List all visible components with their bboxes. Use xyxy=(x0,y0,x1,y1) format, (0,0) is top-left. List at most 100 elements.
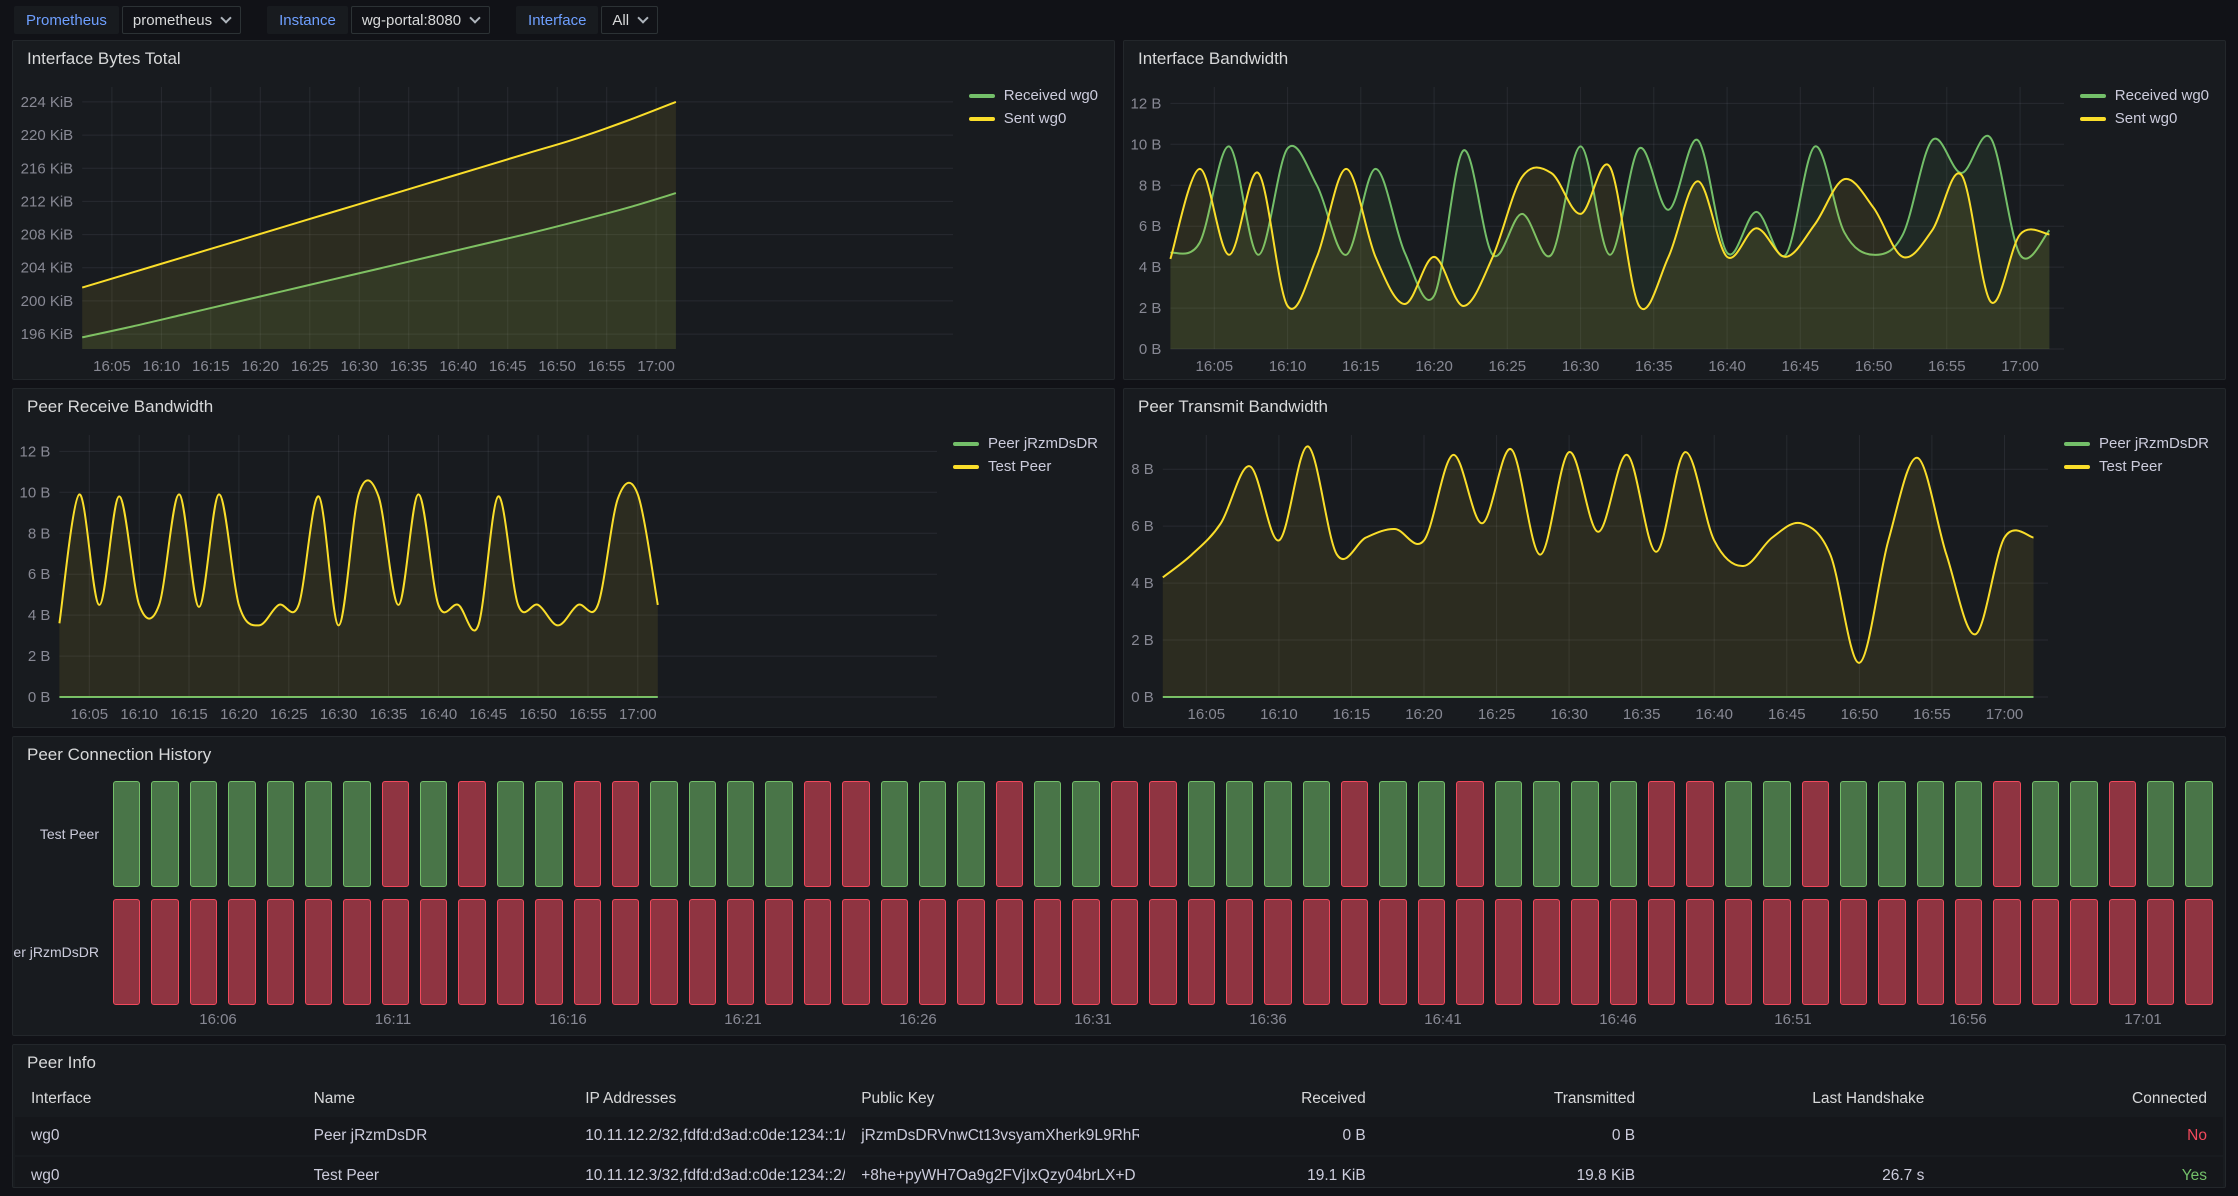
state-bar-disconnected xyxy=(1955,899,1982,1005)
x-tick-label: 17:00 xyxy=(637,358,675,375)
legend-label: Peer jRzmDsDR xyxy=(988,435,1098,452)
state-bar-connected xyxy=(1571,781,1598,887)
column-header-last-handshake[interactable]: Last Handshake xyxy=(1651,1081,1940,1117)
series-color-swatch xyxy=(953,465,979,469)
panel-header-peer-info[interactable]: Peer Info xyxy=(13,1045,2225,1081)
state-bar-disconnected xyxy=(765,899,792,1005)
panel-header-interface-bytes-total[interactable]: Interface Bytes Total xyxy=(13,41,1114,77)
legend-item[interactable]: Received wg0 xyxy=(2080,87,2209,104)
state-bar-connected xyxy=(1495,781,1522,887)
state-bar-disconnected xyxy=(689,899,716,1005)
state-bar-connected xyxy=(1418,781,1445,887)
state-bar-disconnected xyxy=(113,899,140,1005)
x-tick-label: 16:45 xyxy=(1768,706,1806,723)
panel-header-peer-transmit-bandwidth[interactable]: Peer Transmit Bandwidth xyxy=(1124,389,2225,425)
state-bar-connected xyxy=(689,781,716,887)
state-bar-disconnected xyxy=(842,899,869,1005)
cell-received: 0 B xyxy=(1139,1117,1382,1156)
variable-interface-dropdown[interactable]: All xyxy=(601,6,658,34)
state-bar-disconnected xyxy=(1993,899,2020,1005)
state-bar-connected xyxy=(1610,781,1637,887)
x-tick-label: 16:15 xyxy=(1333,706,1371,723)
column-header-interface[interactable]: Interface xyxy=(15,1081,298,1117)
cell-ip-addresses: 10.11.12.3/32,fdfd:d3ad:c0de:1234::2/128 xyxy=(569,1156,845,1187)
state-bar-connected xyxy=(2185,781,2212,887)
peer-connection-timeline[interactable]: Test PeerPeer jRzmDsDR 16:0616:1116:1616… xyxy=(13,773,2225,1035)
y-tick-label: 4 B xyxy=(28,607,51,624)
state-bar-disconnected xyxy=(1303,899,1330,1005)
panel-header-peer-receive-bandwidth[interactable]: Peer Receive Bandwidth xyxy=(13,389,1114,425)
variable-prometheus-dropdown[interactable]: prometheus xyxy=(122,6,241,34)
cell-public-key: jRzmDsDRVnwCt13vsyamXherk9L9RhR xyxy=(845,1117,1139,1156)
interface-bandwidth-chart[interactable]: 0 B2 B4 B6 B8 B10 B12 B16:0516:1016:1516… xyxy=(1124,77,2070,379)
panel-header-interface-bandwidth[interactable]: Interface Bandwidth xyxy=(1124,41,2225,77)
state-bar-connected xyxy=(1226,781,1253,887)
legend-item[interactable]: Test Peer xyxy=(953,458,1051,475)
timeline-row-label: Peer jRzmDsDR xyxy=(13,899,113,1005)
column-header-ip-addresses[interactable]: IP Addresses xyxy=(569,1081,845,1117)
state-bar-disconnected xyxy=(382,781,409,887)
x-tick-label: 16:25 xyxy=(1489,358,1527,375)
timeline-bars[interactable] xyxy=(113,781,2213,887)
variable-instance-dropdown[interactable]: wg-portal:8080 xyxy=(351,6,490,34)
column-header-connected[interactable]: Connected xyxy=(1940,1081,2223,1117)
column-header-name[interactable]: Name xyxy=(298,1081,570,1117)
state-bar-disconnected xyxy=(1763,899,1790,1005)
cell-interface: wg0 xyxy=(15,1156,298,1187)
panel-header-peer-connection-history[interactable]: Peer Connection History xyxy=(13,737,2225,773)
state-bar-connected xyxy=(267,781,294,887)
x-tick-label: 16:50 xyxy=(1841,706,1879,723)
state-bar-disconnected xyxy=(1725,899,1752,1005)
table-row[interactable]: wg0Peer jRzmDsDR10.11.12.2/32,fdfd:d3ad:… xyxy=(15,1117,2223,1156)
state-bar-disconnected xyxy=(305,899,332,1005)
legend-item[interactable]: Received wg0 xyxy=(969,87,1098,104)
cell-transmitted: 19.8 KiB xyxy=(1382,1156,1651,1187)
timeline-ticks: 16:0616:1116:1616:2116:2616:3116:3616:41… xyxy=(113,1005,2213,1031)
legend-item[interactable]: Peer jRzmDsDR xyxy=(2064,435,2209,452)
x-tick-label: 16:20 xyxy=(1415,358,1453,375)
state-bar-disconnected xyxy=(1686,899,1713,1005)
state-bar-disconnected xyxy=(650,899,677,1005)
legend-item[interactable]: Sent wg0 xyxy=(2080,110,2178,127)
peer-receive-bandwidth-chart[interactable]: 0 B2 B4 B6 B8 B10 B12 B16:0516:1016:1516… xyxy=(13,425,943,727)
x-tick-label: 16:30 xyxy=(1562,358,1600,375)
legend-item[interactable]: Test Peer xyxy=(2064,458,2162,475)
peer-transmit-bandwidth-chart[interactable]: 0 B2 B4 B6 B8 B16:0516:1016:1516:2016:25… xyxy=(1124,425,2054,727)
column-header-transmitted[interactable]: Transmitted xyxy=(1382,1081,1651,1117)
state-bar-connected xyxy=(919,781,946,887)
table-row[interactable]: wg0Test Peer10.11.12.3/32,fdfd:d3ad:c0de… xyxy=(15,1156,2223,1187)
state-bar-disconnected xyxy=(881,899,908,1005)
y-tick-label: 216 KiB xyxy=(21,160,74,177)
y-tick-label: 208 KiB xyxy=(21,227,74,244)
y-tick-label: 2 B xyxy=(1139,300,1162,317)
timeline-bars[interactable] xyxy=(113,899,2213,1005)
state-bar-disconnected xyxy=(1226,899,1253,1005)
column-header-received[interactable]: Received xyxy=(1139,1081,1382,1117)
line-chart-svg: 0 B2 B4 B6 B8 B10 B12 B16:0516:1016:1516… xyxy=(13,425,943,727)
x-tick-label: 16:30 xyxy=(1550,706,1588,723)
line-chart-svg: 196 KiB200 KiB204 KiB208 KiB212 KiB216 K… xyxy=(13,77,959,379)
state-bar-disconnected xyxy=(2147,899,2174,1005)
timeline-tick-label: 16:11 xyxy=(375,1011,411,1028)
timeline-rows: Test PeerPeer jRzmDsDR xyxy=(13,781,2213,1005)
column-header-public-key[interactable]: Public Key xyxy=(845,1081,1139,1117)
series-color-swatch xyxy=(969,94,995,98)
state-bar-disconnected xyxy=(420,899,447,1005)
series-fill xyxy=(59,480,657,697)
y-tick-label: 6 B xyxy=(1131,518,1154,535)
state-bar-disconnected xyxy=(1917,899,1944,1005)
state-bar-connected xyxy=(1763,781,1790,887)
interface-bytes-total-chart[interactable]: 196 KiB200 KiB204 KiB208 KiB212 KiB216 K… xyxy=(13,77,959,379)
state-bar-connected xyxy=(1379,781,1406,887)
state-bar-disconnected xyxy=(1878,899,1905,1005)
state-bar-disconnected xyxy=(727,899,754,1005)
timeline-tick-label: 16:36 xyxy=(1249,1011,1287,1028)
legend-item[interactable]: Sent wg0 xyxy=(969,110,1067,127)
x-tick-label: 16:50 xyxy=(1855,358,1893,375)
y-tick-label: 0 B xyxy=(28,689,51,706)
state-bar-connected xyxy=(1955,781,1982,887)
x-tick-label: 16:10 xyxy=(1260,706,1298,723)
legend-item[interactable]: Peer jRzmDsDR xyxy=(953,435,1098,452)
y-tick-label: 4 B xyxy=(1131,575,1154,592)
state-bar-disconnected xyxy=(458,781,485,887)
